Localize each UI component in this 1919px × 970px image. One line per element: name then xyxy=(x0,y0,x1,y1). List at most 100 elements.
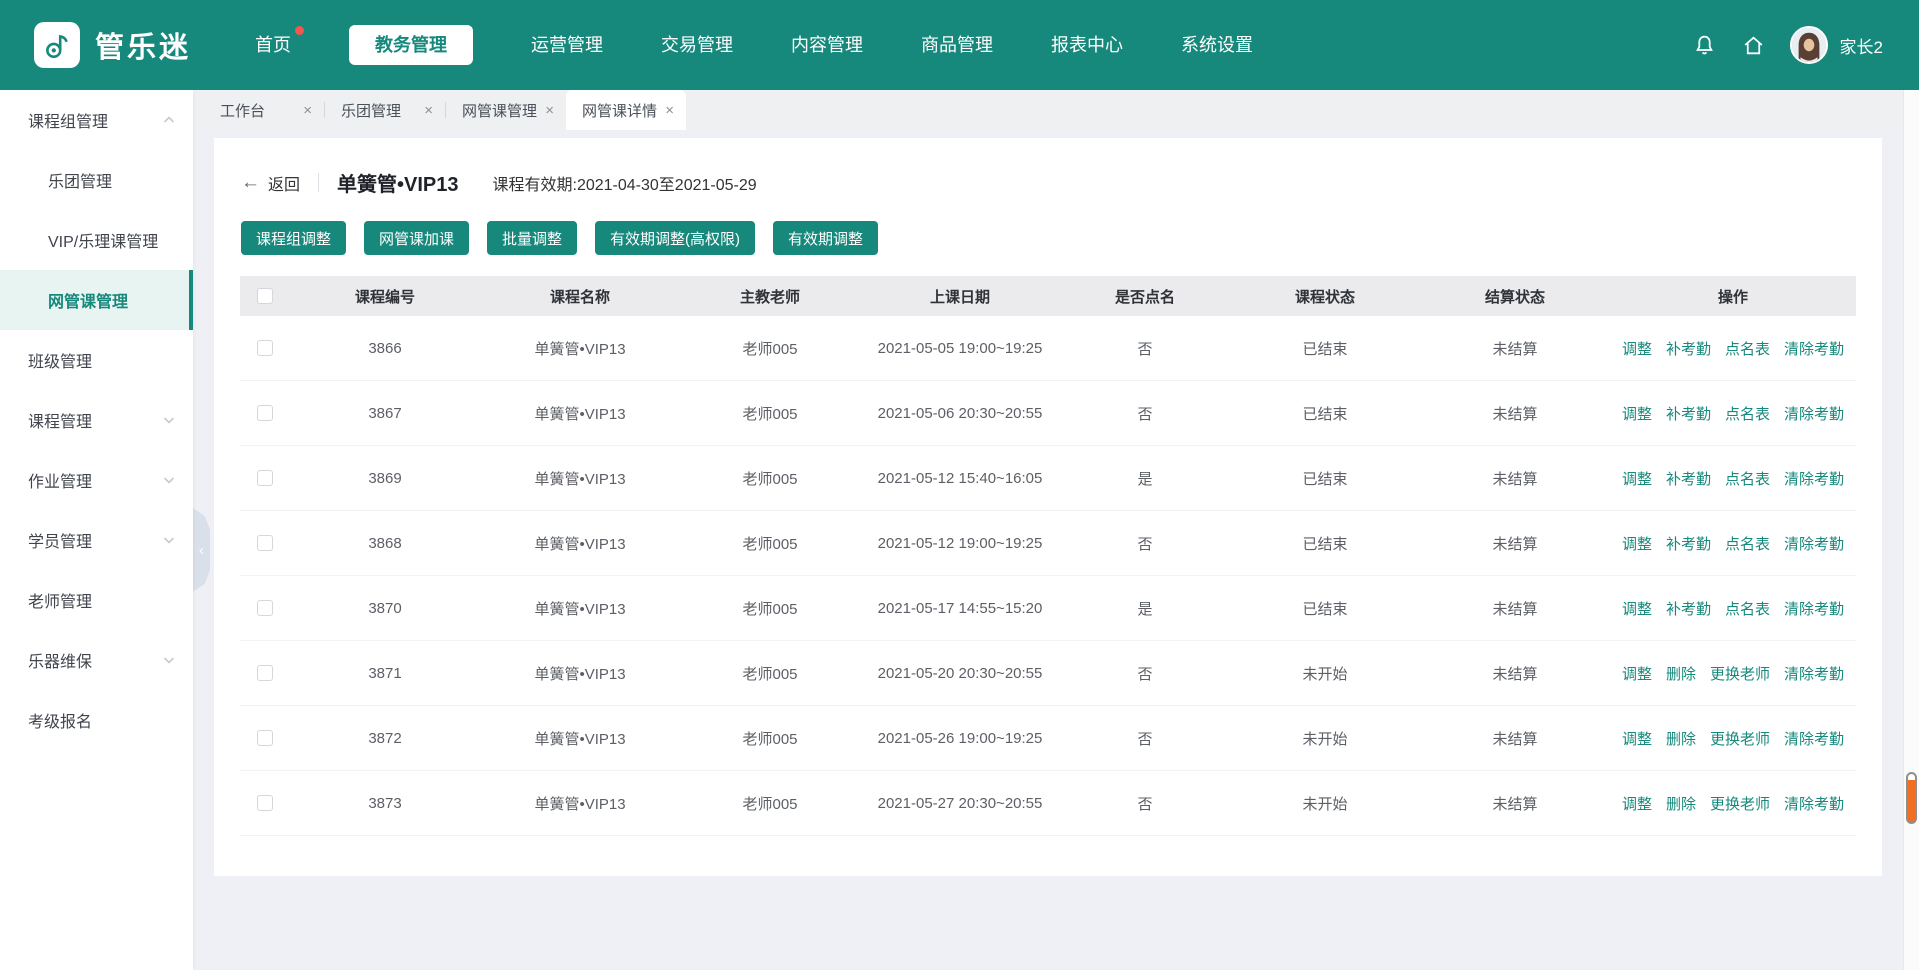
column-header: 上课日期 xyxy=(860,286,1060,307)
tab-workbench[interactable]: 工作台× xyxy=(204,90,324,130)
cell-rollcall: 否 xyxy=(1060,793,1230,814)
rollcall-sheet-link[interactable]: 点名表 xyxy=(1725,403,1770,424)
add-online-course-button[interactable]: 网管课加课 xyxy=(364,221,469,255)
sidebar-item-student-mgmt[interactable]: 学员管理 xyxy=(0,510,193,570)
clear-attendance-link[interactable]: 清除考勤 xyxy=(1784,793,1844,814)
sidebar-item-class-mgmt[interactable]: 班级管理 xyxy=(0,330,193,390)
makeup-attendance-link[interactable]: 补考勤 xyxy=(1666,533,1711,554)
change-teacher-link[interactable]: 更换老师 xyxy=(1710,793,1770,814)
nav-item-content-mgmt[interactable]: 内容管理 xyxy=(791,25,863,65)
cell-settle: 未结算 xyxy=(1420,468,1610,489)
sidebar-item-vip-theory-course-mgmt[interactable]: VIP/乐理课管理 xyxy=(0,210,193,270)
adjust-link[interactable]: 调整 xyxy=(1622,338,1652,359)
sidebar-item-orchestra-mgmt[interactable]: 乐团管理 xyxy=(0,150,193,210)
clear-attendance-link[interactable]: 清除考勤 xyxy=(1784,338,1844,359)
sidebar-item-teacher-mgmt[interactable]: 老师管理 xyxy=(0,570,193,630)
sidebar-item-online-course-mgmt[interactable]: 网管课管理 xyxy=(0,270,193,330)
sidebar-item-label: VIP/乐理课管理 xyxy=(48,228,158,252)
adjust-link[interactable]: 调整 xyxy=(1622,663,1652,684)
makeup-attendance-link[interactable]: 补考勤 xyxy=(1666,403,1711,424)
sidebar-item-homework-mgmt[interactable]: 作业管理 xyxy=(0,450,193,510)
user-name[interactable]: 家长2 xyxy=(1840,33,1883,58)
sidebar-item-label: 课程组管理 xyxy=(28,108,108,132)
tab-close-icon[interactable]: × xyxy=(545,102,554,119)
user-avatar[interactable] xyxy=(1790,26,1828,64)
adjust-link[interactable]: 调整 xyxy=(1622,728,1652,749)
change-teacher-link[interactable]: 更换老师 xyxy=(1710,728,1770,749)
sidebar-item-instrument-maintenance[interactable]: 乐器维保 xyxy=(0,630,193,690)
row-actions: 调整删除更换老师清除考勤 xyxy=(1610,728,1856,749)
notifications-button[interactable] xyxy=(1692,33,1717,58)
row-checkbox[interactable] xyxy=(257,535,273,551)
select-all-checkbox[interactable] xyxy=(257,288,273,304)
sidebar-item-exam-registration[interactable]: 考级报名 xyxy=(0,690,193,750)
sidebar-item-course-mgmt[interactable]: 课程管理 xyxy=(0,390,193,450)
validity-adjust-button[interactable]: 有效期调整 xyxy=(773,221,878,255)
nav-item-goods-mgmt[interactable]: 商品管理 xyxy=(921,25,993,65)
nav-item-home[interactable]: 首页 xyxy=(255,25,291,65)
row-checkbox[interactable] xyxy=(257,600,273,616)
clear-attendance-link[interactable]: 清除考勤 xyxy=(1784,403,1844,424)
makeup-attendance-link[interactable]: 补考勤 xyxy=(1666,468,1711,489)
vertical-scrollbar-track[interactable] xyxy=(1903,90,1919,970)
adjust-link[interactable]: 调整 xyxy=(1622,598,1652,619)
nav-item-label: 教务管理 xyxy=(375,35,447,55)
rollcall-sheet-link[interactable]: 点名表 xyxy=(1725,468,1770,489)
row-checkbox[interactable] xyxy=(257,730,273,746)
nav-item-operations-mgmt[interactable]: 运营管理 xyxy=(531,25,603,65)
cell-settle: 未结算 xyxy=(1420,728,1610,749)
home-icon xyxy=(1741,33,1766,58)
row-checkbox[interactable] xyxy=(257,340,273,356)
change-teacher-link[interactable]: 更换老师 xyxy=(1710,663,1770,684)
delete-link[interactable]: 删除 xyxy=(1666,728,1696,749)
row-checkbox[interactable] xyxy=(257,405,273,421)
row-checkbox[interactable] xyxy=(257,665,273,681)
cell-status: 已结束 xyxy=(1230,598,1420,619)
nav-item-academic-mgmt[interactable]: 教务管理 xyxy=(349,25,473,65)
avatar-image xyxy=(1792,28,1826,62)
rollcall-sheet-link[interactable]: 点名表 xyxy=(1725,598,1770,619)
adjust-link[interactable]: 调整 xyxy=(1622,533,1652,554)
clear-attendance-link[interactable]: 清除考勤 xyxy=(1784,663,1844,684)
rollcall-sheet-link[interactable]: 点名表 xyxy=(1725,338,1770,359)
cell-id: 3870 xyxy=(290,600,480,617)
row-checkbox[interactable] xyxy=(257,470,273,486)
clear-attendance-link[interactable]: 清除考勤 xyxy=(1784,468,1844,489)
tab-close-icon[interactable]: × xyxy=(303,102,312,119)
adjust-link[interactable]: 调整 xyxy=(1622,468,1652,489)
validity-adjust-high-privilege-button[interactable]: 有效期调整(高权限) xyxy=(595,221,755,255)
adjust-link[interactable]: 调整 xyxy=(1622,403,1652,424)
home-button[interactable] xyxy=(1741,33,1766,58)
action-button-row: 课程组调整网管课加课批量调整有效期调整(高权限) 有效期调整 xyxy=(241,221,1882,255)
tab-close-icon[interactable]: × xyxy=(665,102,674,119)
column-header: 操作 xyxy=(1610,286,1856,307)
course-validity: 课程有效期:2021-04-30至2021-05-29 xyxy=(493,171,757,195)
makeup-attendance-link[interactable]: 补考勤 xyxy=(1666,598,1711,619)
tab-online-course-mgmt[interactable]: 网管课管理× xyxy=(446,90,566,130)
tab-orchestra-mgmt[interactable]: 乐团管理× xyxy=(325,90,445,130)
delete-link[interactable]: 删除 xyxy=(1666,663,1696,684)
tab-online-course-detail[interactable]: 网管课详情× xyxy=(566,90,686,130)
row-checkbox[interactable] xyxy=(257,795,273,811)
cell-date: 2021-05-27 20:30~20:55 xyxy=(860,795,1060,812)
course-group-adjust-button[interactable]: 课程组调整 xyxy=(241,221,346,255)
back-button[interactable]: 返回 xyxy=(268,171,300,195)
tab-close-icon[interactable]: × xyxy=(424,102,433,119)
back-arrow-icon[interactable]: ← xyxy=(241,172,260,194)
clear-attendance-link[interactable]: 清除考勤 xyxy=(1784,728,1844,749)
nav-item-report-center[interactable]: 报表中心 xyxy=(1051,25,1123,65)
nav-item-system-settings[interactable]: 系统设置 xyxy=(1181,25,1253,65)
adjust-link[interactable]: 调整 xyxy=(1622,793,1652,814)
sidebar-item-course-group-mgmt[interactable]: 课程组管理 xyxy=(0,90,193,150)
row-actions: 调整删除更换老师清除考勤 xyxy=(1610,663,1856,684)
makeup-attendance-link[interactable]: 补考勤 xyxy=(1666,338,1711,359)
delete-link[interactable]: 删除 xyxy=(1666,793,1696,814)
chevron-down-icon xyxy=(163,414,175,426)
nav-item-trade-mgmt[interactable]: 交易管理 xyxy=(661,25,733,65)
cell-id: 3866 xyxy=(290,340,480,357)
batch-adjust-button[interactable]: 批量调整 xyxy=(487,221,577,255)
rollcall-sheet-link[interactable]: 点名表 xyxy=(1725,533,1770,554)
vertical-scrollbar-thumb[interactable] xyxy=(1906,772,1917,824)
clear-attendance-link[interactable]: 清除考勤 xyxy=(1784,533,1844,554)
clear-attendance-link[interactable]: 清除考勤 xyxy=(1784,598,1844,619)
